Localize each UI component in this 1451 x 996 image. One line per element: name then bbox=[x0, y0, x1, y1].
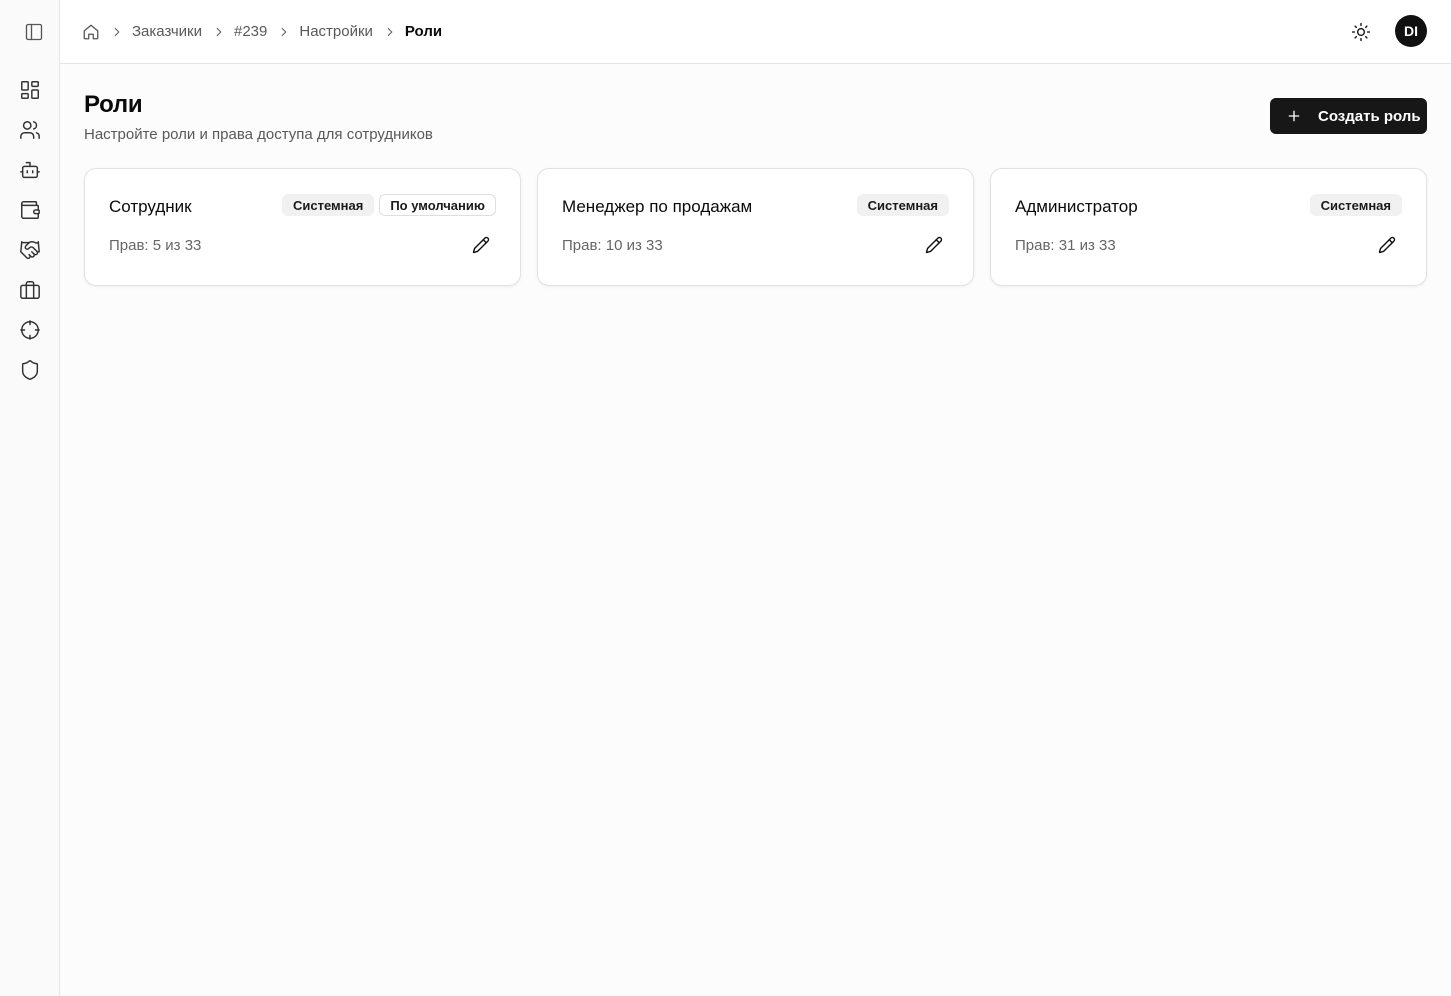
role-permissions-count: Прав: 5 из 33 bbox=[109, 237, 202, 254]
system-badge: Системная bbox=[856, 194, 949, 216]
wallet-icon[interactable] bbox=[19, 199, 41, 221]
breadcrumb-settings[interactable]: Настройки bbox=[299, 23, 373, 40]
handshake-icon[interactable] bbox=[19, 239, 41, 261]
default-badge: По умолчанию bbox=[379, 194, 496, 216]
chevron-right-icon bbox=[212, 25, 226, 39]
sidebar bbox=[0, 0, 60, 996]
bot-icon[interactable] bbox=[19, 159, 41, 181]
breadcrumb: Заказчики #239 Настройки Роли bbox=[82, 0, 442, 63]
target-icon[interactable] bbox=[19, 319, 41, 341]
plus-icon bbox=[1288, 110, 1300, 122]
create-role-label: Создать роль bbox=[1318, 107, 1421, 125]
role-name: Администратор bbox=[1015, 197, 1138, 216]
avatar[interactable]: DI bbox=[1395, 15, 1427, 47]
pencil-icon[interactable] bbox=[925, 236, 943, 254]
breadcrumb-customers[interactable]: Заказчики bbox=[132, 23, 202, 40]
system-badge: Системная bbox=[1309, 194, 1402, 216]
page-title: Роли bbox=[84, 91, 143, 118]
role-card[interactable]: Сотрудник Системная По умолчанию Прав: 5… bbox=[84, 168, 521, 286]
pencil-icon[interactable] bbox=[1378, 236, 1396, 254]
pencil-icon[interactable] bbox=[472, 236, 490, 254]
system-badge: Системная bbox=[281, 194, 375, 216]
topbar: Заказчики #239 Настройки Роли DI bbox=[60, 0, 1451, 64]
breadcrumb-customer-id[interactable]: #239 bbox=[234, 23, 267, 40]
role-permissions-count: Прав: 10 из 33 bbox=[562, 237, 663, 254]
role-permissions-count: Прав: 31 из 33 bbox=[1015, 237, 1116, 254]
role-name: Менеджер по продажам bbox=[562, 197, 753, 216]
shield-icon[interactable] bbox=[19, 359, 41, 381]
users-icon[interactable] bbox=[19, 119, 41, 141]
breadcrumb-current: Роли bbox=[404, 23, 443, 40]
chevron-right-icon bbox=[110, 25, 124, 39]
chevron-right-icon bbox=[277, 25, 291, 39]
briefcase-icon[interactable] bbox=[19, 279, 41, 301]
role-card[interactable]: Менеджер по продажам Системная Прав: 10 … bbox=[537, 168, 974, 286]
create-role-button[interactable]: Создать роль bbox=[1270, 98, 1427, 134]
sidebar-toggle-icon[interactable] bbox=[24, 22, 44, 42]
dashboard-icon[interactable] bbox=[19, 79, 41, 101]
role-card[interactable]: Администратор Системная Прав: 31 из 33 bbox=[990, 168, 1427, 286]
page-subtitle: Настройте роли и права доступа для сотру… bbox=[84, 126, 433, 143]
home-icon[interactable] bbox=[82, 23, 100, 41]
role-name: Сотрудник bbox=[109, 197, 192, 216]
sun-icon[interactable] bbox=[1351, 22, 1371, 42]
chevron-right-icon bbox=[383, 25, 397, 39]
